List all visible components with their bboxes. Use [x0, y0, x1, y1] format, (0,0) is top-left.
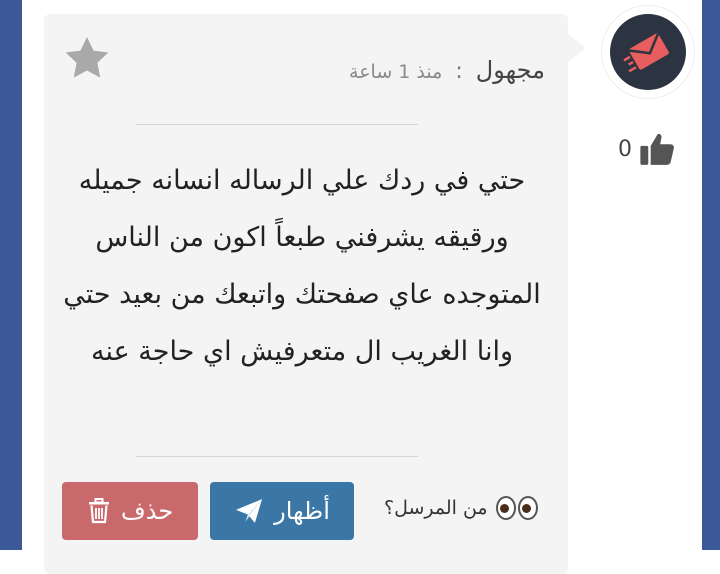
eye-left [517, 496, 538, 520]
page-frame-right [702, 0, 720, 550]
like-count: 0 [618, 136, 632, 162]
action-bar: حذف أظهار من المرسل؟ [0, 482, 720, 542]
delete-button-label: حذف [120, 497, 174, 525]
divider-top [136, 124, 418, 125]
avatar-circle [610, 14, 686, 90]
show-sender-button[interactable]: أظهار [210, 482, 354, 540]
message-text: حتي في ردك علي الرساله انسانه جميله ورقي… [63, 165, 541, 367]
message-time: منذ 1 ساعة [349, 61, 443, 83]
trash-icon [88, 498, 109, 524]
author-name: مجهول [475, 56, 545, 84]
message-header: مجهول : منذ 1 ساعة [349, 56, 545, 84]
star-icon[interactable] [60, 32, 114, 86]
show-button-label: أظهار [274, 497, 330, 525]
delete-button[interactable]: حذف [62, 482, 198, 540]
thumbs-up-icon[interactable] [638, 130, 676, 168]
eye-right [495, 496, 516, 520]
sender-question: من المرسل؟ [384, 496, 538, 520]
card-pointer [568, 34, 586, 62]
paper-plane-icon [236, 499, 263, 523]
eyes-icon [495, 496, 538, 520]
header-separator: : [455, 59, 463, 84]
like-control[interactable]: 0 [618, 130, 676, 168]
sender-question-text: من المرسل؟ [384, 497, 488, 519]
envelope-icon [623, 32, 669, 73]
page-frame-left [0, 0, 22, 550]
avatar[interactable] [602, 6, 694, 98]
divider-bottom [136, 456, 418, 457]
